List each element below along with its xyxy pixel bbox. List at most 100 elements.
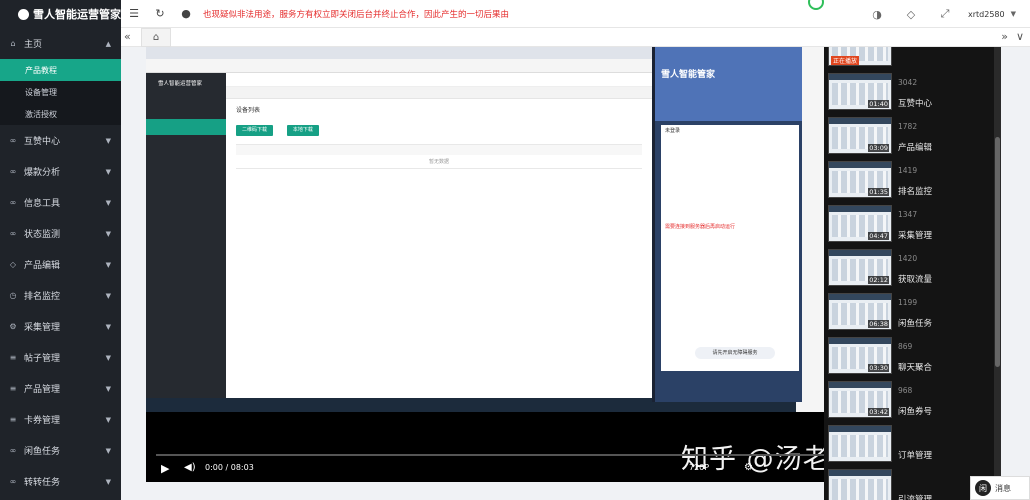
sidebar-item[interactable]: ∞ 互赞中心 ▼	[0, 125, 121, 156]
sidebar-item[interactable]: ⚙ 采集管理 ▼	[0, 311, 121, 342]
video-frame: 雪人智能运营管家 设备列表 二维码下载 本地下载 暂无数据 雪人智能管家 未登录…	[146, 47, 939, 412]
chat-icon[interactable]: ●	[173, 0, 199, 28]
playlist-item[interactable]: 06:38 1199 闲鱼任务	[824, 293, 994, 337]
fullscreen-icon[interactable]: ⤢	[928, 0, 962, 28]
chevron-down-icon: ▼	[105, 446, 111, 455]
video-phone-tabs	[655, 107, 802, 121]
video-phone-status: 未登录	[665, 128, 681, 134]
tab-home[interactable]: ⌂	[141, 28, 171, 47]
sidebar-item[interactable]: ≡ 卡券管理 ▼	[0, 404, 121, 435]
video-local-download-button: 本地下载	[286, 125, 319, 136]
video-inner-content: 设备列表 二维码下载 本地下载 暂无数据	[226, 73, 652, 412]
playlist-views: 1782	[898, 122, 918, 131]
playlist-item[interactable]: 正在播放88364	[824, 47, 994, 73]
link-icon: ∞	[9, 477, 17, 486]
playlist-duration: 03:30	[868, 364, 889, 372]
playlist-views: 1420	[898, 254, 918, 263]
main-content: 雪人智能运营管家 设备列表 二维码下载 本地下载 暂无数据 雪人智能管家 未登录…	[121, 47, 1030, 500]
chevron-down-icon[interactable]: ▼	[1011, 10, 1016, 18]
top-bar: ☰ ↻ ● 也现疑似非法用途，服务方有权立即关闭后台并终止合作，因此产生的一切后…	[121, 0, 1030, 28]
chevron-down-icon: ▼	[105, 384, 111, 393]
video-inner-item	[146, 87, 226, 103]
sidebar-item-label: 产品管理	[24, 385, 61, 395]
avatar: 闲	[975, 480, 991, 496]
playlist-views: 3042	[898, 78, 918, 87]
playlist-item[interactable]: 04:47 1347 采集管理	[824, 205, 994, 249]
sidebar-item[interactable]: ∞ 信息工具 ▼	[0, 187, 121, 218]
settings-icon[interactable]: ⚙	[744, 462, 753, 473]
message-chip[interactable]: 闲 消息	[970, 476, 1030, 500]
playlist-item[interactable]: 订单管理	[824, 425, 994, 469]
playlist-scroll-thumb[interactable]	[995, 137, 1000, 367]
playlist-item[interactable]: 引流管理	[824, 469, 994, 500]
username[interactable]: xrtd2580	[968, 10, 1005, 19]
video-inner-title: 设备列表	[236, 107, 261, 114]
video-phone-line	[661, 209, 799, 221]
playlist-title: 闲鱼券号	[898, 407, 933, 417]
video-phone-warning: 需要连接到服务器后再启动运行	[665, 224, 736, 230]
sidebar-subitem[interactable]: 设备管理	[0, 81, 121, 103]
sidebar-item-label: 闲鱼任务	[24, 447, 61, 457]
video-quality-button[interactable]: 720P	[689, 463, 709, 472]
home-icon: ⌂	[10, 39, 16, 48]
playlist-item[interactable]: 03:30 869 聊天聚合	[824, 337, 994, 381]
chevron-up-icon: ▲	[105, 39, 111, 48]
settings-icon: ⚙	[9, 322, 17, 331]
playlist-thumbnail: 03:09	[828, 117, 892, 154]
playlist-item[interactable]: 01:35 1419 排名监控	[824, 161, 994, 205]
sidebar-item-label: 信息工具	[24, 199, 61, 209]
menu-toggle-icon[interactable]: ☰	[121, 0, 147, 28]
video-time-readout: 0:00 / 08:03	[205, 463, 254, 472]
refresh-icon[interactable]: ↻	[147, 0, 173, 28]
sidebar-item[interactable]: ∞ 转转任务 ▼	[0, 466, 121, 497]
sidebar-item[interactable]: ∞ 闲鱼任务 ▼	[0, 435, 121, 466]
list-icon: ≡	[9, 353, 17, 362]
chevron-down-icon: ▼	[105, 260, 111, 269]
sidebar-item[interactable]: ◇ 产品编辑 ▼	[0, 249, 121, 280]
play-icon[interactable]: ▶	[161, 462, 169, 475]
playlist-title: 互赞中心	[898, 99, 933, 109]
video-table-header	[236, 145, 642, 155]
tab-scroll-left-icon[interactable]: «	[124, 30, 131, 43]
sidebar-item[interactable]: ⌂ 主页 ▲	[0, 28, 121, 59]
playlist-item[interactable]: 03:42 968 闲鱼券号	[824, 381, 994, 425]
video-player[interactable]: 雪人智能运营管家 设备列表 二维码下载 本地下载 暂无数据 雪人智能管家 未登录…	[146, 47, 939, 482]
video-inner-logo: 雪人智能运营管家	[158, 81, 203, 87]
sidebar-item-label: 互赞中心	[24, 137, 61, 147]
playlist-thumbnail: 03:42	[828, 381, 892, 418]
sidebar-subitem[interactable]: 产品教程	[0, 59, 121, 81]
online-status-icon	[808, 0, 824, 10]
video-inner-item	[146, 103, 226, 119]
playlist-item[interactable]: 03:09 1782 产品编辑	[824, 117, 994, 161]
sidebar-submenu: 产品教程 设备管理 激活授权	[0, 59, 121, 125]
tab-options-icon[interactable]: ∨	[1016, 30, 1024, 43]
chevron-down-icon: ▼	[105, 198, 111, 207]
playlist-title: 获取流量	[898, 275, 933, 285]
video-qr-download-button: 二维码下载	[236, 125, 274, 136]
playlist-duration: 02:12	[868, 276, 889, 284]
link-icon: ∞	[9, 167, 17, 176]
sidebar-menu: ⌂ 主页 ▲ 产品教程 设备管理 激活授权 ∞ 互赞中心 ▼ ∞ 爆款分析 ▼ ∞ 信息工具 ▼ ∞ 状态监测 ▼…	[0, 28, 121, 497]
playlist-item[interactable]: 01:40 3042 互赞中心	[824, 73, 994, 117]
tag-icon[interactable]: ◇	[894, 0, 928, 28]
tab-scroll-right-icon[interactable]: »	[1001, 30, 1008, 43]
video-inner-tabs	[226, 87, 652, 99]
playlist-duration: 01:40	[868, 100, 889, 108]
video-phone-app-title: 雪人智能管家	[661, 70, 716, 80]
volume-icon[interactable]: ◀)	[184, 462, 196, 473]
app-logo[interactable]: 雪人智能运营管家	[0, 0, 121, 28]
sidebar-item-label: 排名监控	[24, 292, 61, 302]
sidebar-item[interactable]: ≡ 产品管理 ▼	[0, 373, 121, 404]
message-label: 消息	[995, 483, 1011, 493]
video-progress-bar[interactable]	[156, 454, 929, 456]
playlist-item[interactable]: 02:12 1420 获取流量	[824, 249, 994, 293]
playlist-duration: 03:09	[868, 144, 889, 152]
sidebar-item-label: 采集管理	[24, 323, 61, 333]
sidebar-item[interactable]: ≡ 帖子管理 ▼	[0, 342, 121, 373]
skin-icon[interactable]: ◑	[860, 0, 894, 28]
playlist-scrollbar[interactable]	[994, 47, 1001, 500]
sidebar-item[interactable]: ◷ 排名监控 ▼	[0, 280, 121, 311]
sidebar-item[interactable]: ∞ 爆款分析 ▼	[0, 156, 121, 187]
sidebar-item[interactable]: ∞ 状态监测 ▼	[0, 218, 121, 249]
sidebar-subitem[interactable]: 激活授权	[0, 103, 121, 125]
